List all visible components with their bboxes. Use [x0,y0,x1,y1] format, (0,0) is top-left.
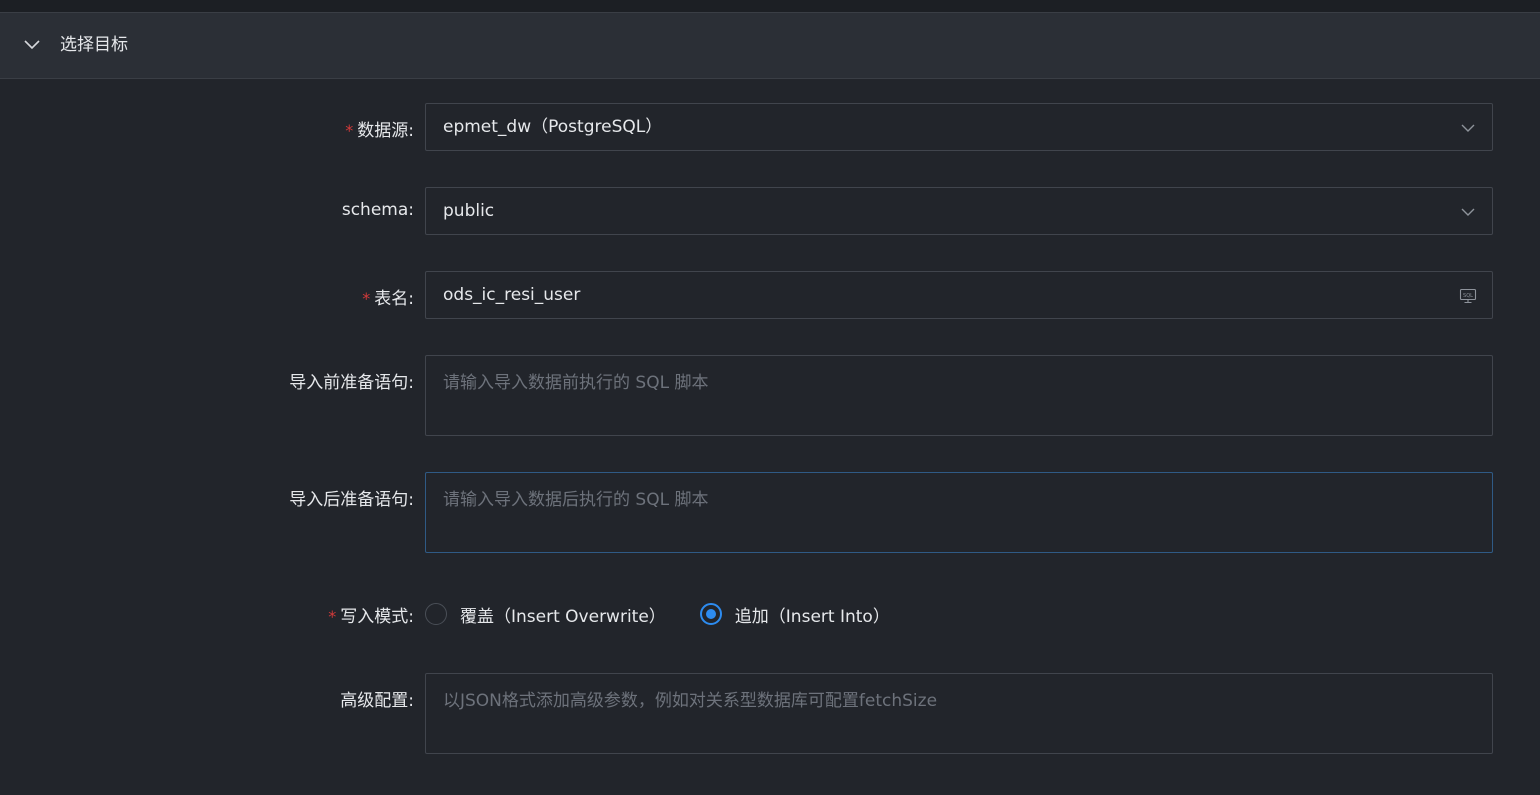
table-label: * 表名: [362,284,414,309]
datasource-label-text: 数据源: [357,121,414,141]
required-mark: * [362,289,371,308]
radio-insert-into-circle[interactable] [699,603,722,625]
radio-insert-into[interactable]: 追加（Insert Into） [699,602,890,627]
section-title: 选择目标 [60,35,128,55]
required-mark: * [328,607,337,626]
post-sql-label: 导入后准备语句: [289,490,414,510]
sql-icon[interactable]: SQL [1458,286,1478,306]
advanced-placeholder: 以JSON格式添加高级参数，例如对关系型数据库可配置fetchSize [443,691,938,711]
schema-value: public [443,201,495,221]
pre-sql-label: 导入前准备语句: [289,373,414,393]
post-sql-textarea[interactable]: 请输入导入数据后执行的 SQL 脚本 [425,472,1493,553]
form-row-datasource: * 数据源: epmet_dw（PostgreSQL） [0,103,1540,151]
table-label-text: 表名: [374,289,414,309]
schema-select[interactable]: public [425,187,1493,235]
form-row-schema: schema: public [0,187,1540,235]
chevron-down-icon[interactable] [1458,118,1478,138]
table-name-value: ods_ic_resi_user [443,285,581,305]
write-mode-label-text: 写入模式: [340,607,414,627]
datasource-value: epmet_dw（PostgreSQL） [443,117,663,137]
schema-label: schema: [341,200,414,220]
chevron-down-icon[interactable] [22,35,42,55]
form-row-advanced: 高级配置: 以JSON格式添加高级参数，例如对关系型数据库可配置fetchSiz… [0,673,1540,754]
top-bar [0,0,1540,13]
post-sql-placeholder: 请输入导入数据后执行的 SQL 脚本 [443,490,709,510]
form-row-pre-sql: 导入前准备语句: 请输入导入数据前执行的 SQL 脚本 [0,355,1540,436]
form-row-table: * 表名: ods_ic_resi_user SQL [0,271,1540,319]
chevron-down-icon[interactable] [1458,202,1478,222]
write-mode-radio-group: 覆盖（Insert Overwrite） 追加（Insert Into） [425,599,924,629]
pre-sql-textarea[interactable]: 请输入导入数据前执行的 SQL 脚本 [425,355,1493,436]
advanced-config-textarea[interactable]: 以JSON格式添加高级参数，例如对关系型数据库可配置fetchSize [425,673,1493,754]
advanced-label: 高级配置: [340,691,414,711]
form-row-write-mode: * 写入模式: 覆盖（Insert Overwrite） 追加（Insert In… [0,599,1540,629]
required-mark: * [345,121,354,140]
radio-overwrite[interactable]: 覆盖（Insert Overwrite） [425,602,666,627]
radio-overwrite-label[interactable]: 覆盖（Insert Overwrite） [460,602,666,627]
pre-sql-placeholder: 请输入导入数据前执行的 SQL 脚本 [443,373,709,393]
svg-text:SQL: SQL [1463,293,1473,299]
radio-overwrite-circle[interactable] [425,603,447,625]
form-row-post-sql: 导入后准备语句: 请输入导入数据后执行的 SQL 脚本 [0,472,1540,553]
datasource-select[interactable]: epmet_dw（PostgreSQL） [425,103,1493,151]
radio-insert-into-label[interactable]: 追加（Insert Into） [735,602,890,627]
datasource-label: * 数据源: [345,116,414,141]
section-header[interactable]: 选择目标 [0,13,1540,79]
table-name-input[interactable]: ods_ic_resi_user SQL [425,271,1493,319]
write-mode-label: * 写入模式: [328,602,414,627]
